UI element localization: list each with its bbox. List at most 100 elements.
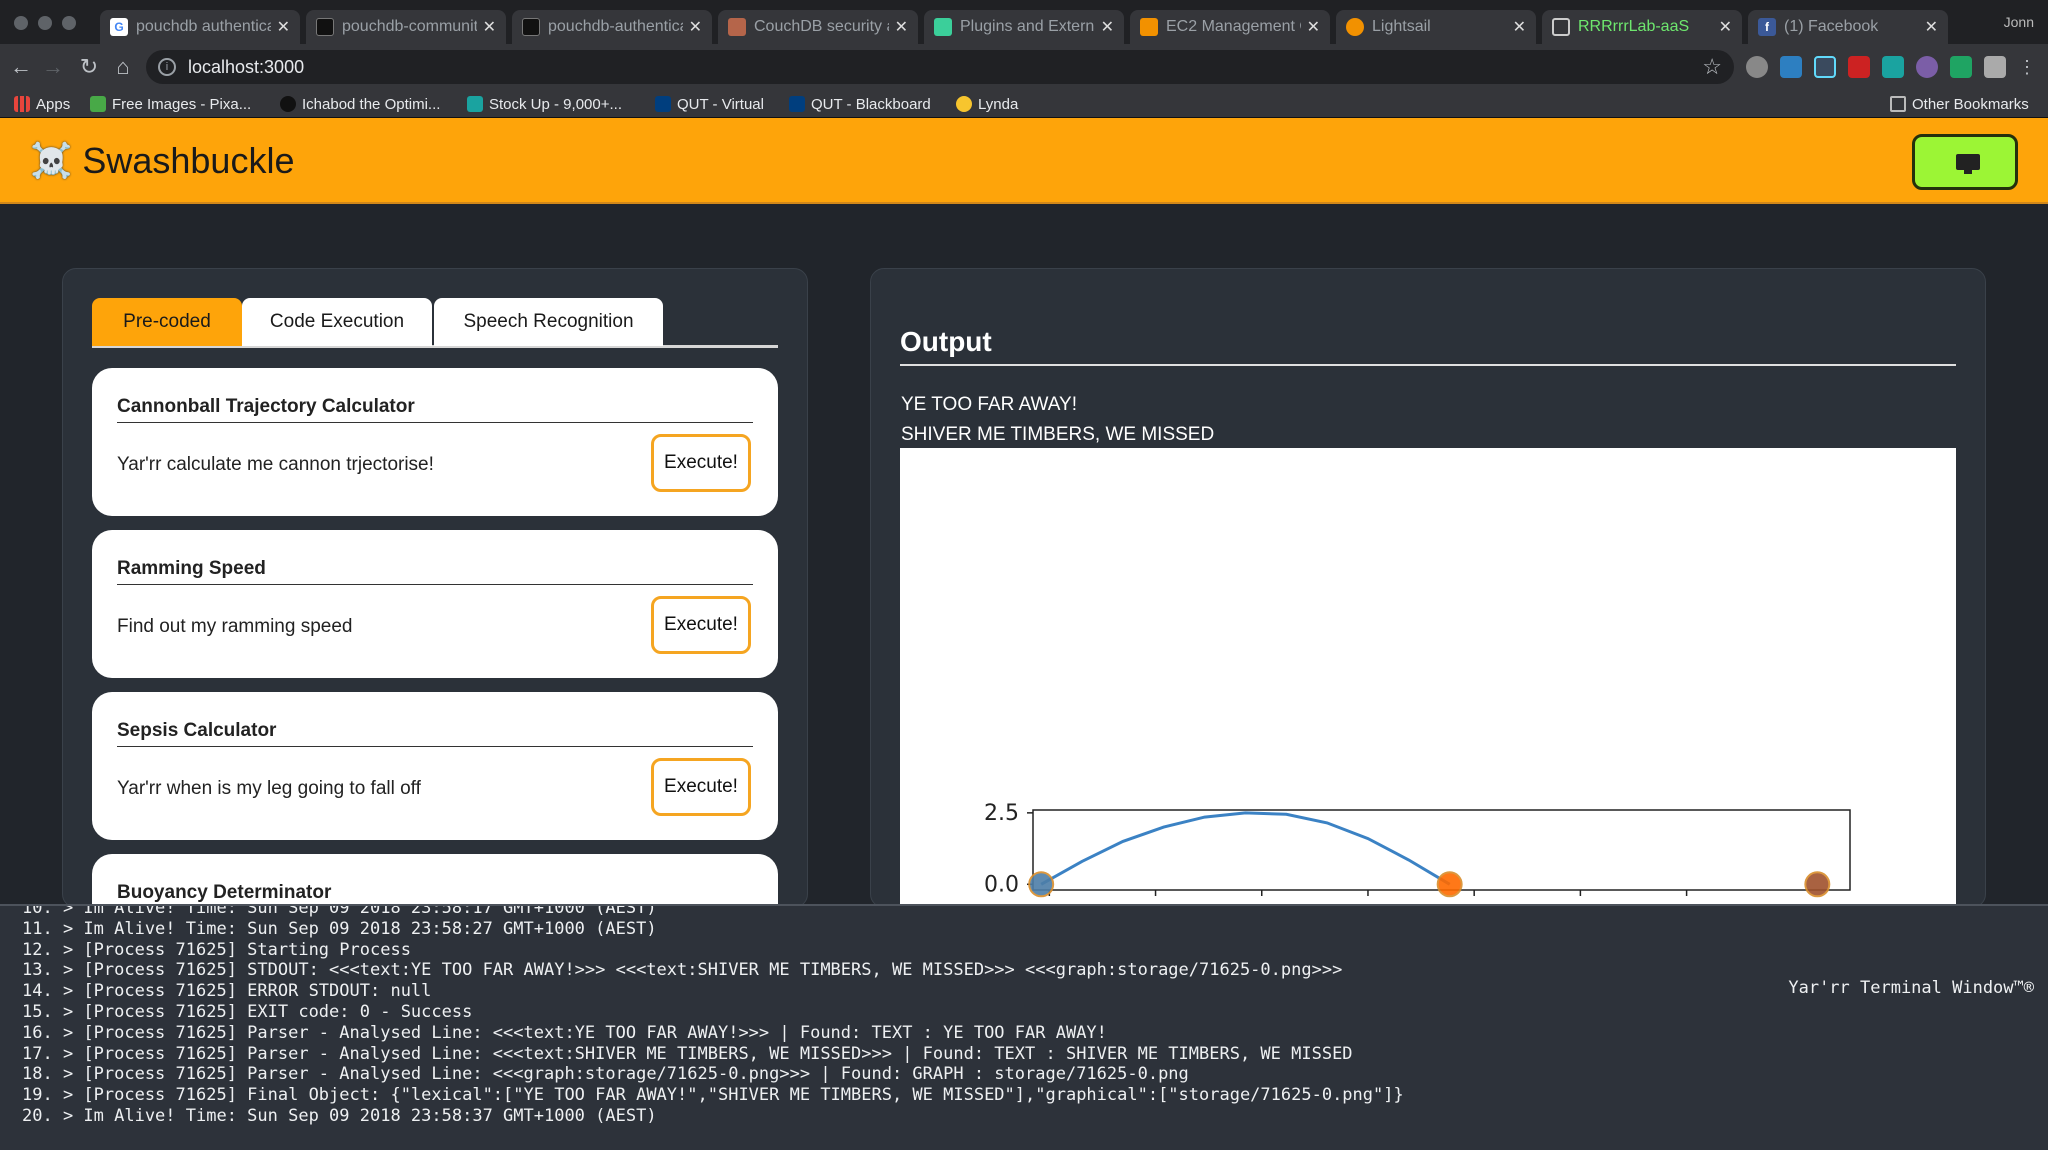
extension-molecule-icon[interactable] xyxy=(1916,56,1938,78)
tab-speech-recognition[interactable]: Speech Recognition xyxy=(434,298,663,346)
bookmark-lynda[interactable]: Lynda xyxy=(956,94,1018,114)
google-drive-icon[interactable] xyxy=(1950,56,1972,78)
bookmark-apps[interactable]: Apps xyxy=(14,94,70,114)
brand-name: Swashbuckle xyxy=(82,140,295,181)
browser-tab-active[interactable]: RRRrrrLab-aaS ✕ xyxy=(1542,10,1742,44)
bookmark-label: QUT - Blackboard xyxy=(811,95,931,113)
app-header: ☠️ Swashbuckle xyxy=(0,118,2048,204)
browser-tab[interactable]: CouchDB security a ✕ xyxy=(718,10,918,44)
window-minimize-icon[interactable] xyxy=(38,16,52,30)
terminal-line: 14. > [Process 71625] ERROR STDOUT: null xyxy=(22,981,432,1002)
monitor-toggle-button[interactable] xyxy=(1912,134,2018,190)
plugin-icon xyxy=(934,18,952,36)
bookmark-star-icon[interactable]: ☆ xyxy=(1702,50,1722,84)
script-description: Yar'rr when is my leg going to fall off xyxy=(117,778,421,799)
browser-tab-title: CouchDB security a xyxy=(754,18,889,35)
stockup-icon xyxy=(467,96,483,112)
folder-icon xyxy=(1890,96,1906,112)
extension-chat-icon[interactable] xyxy=(1984,56,2006,78)
bookmark-label: Stock Up - 9,000+... xyxy=(489,95,622,113)
bookmark-ichabod[interactable]: Ichabod the Optimi... xyxy=(280,94,440,114)
script-title: Ramming Speed xyxy=(117,558,266,579)
window-close-icon[interactable] xyxy=(14,16,28,30)
browser-tab[interactable]: pouchdb-communit ✕ xyxy=(306,10,506,44)
github-icon xyxy=(316,18,334,36)
bookmark-pixabay[interactable]: Free Images - Pixa... xyxy=(90,94,251,114)
window-zoom-icon[interactable] xyxy=(62,16,76,30)
execute-button[interactable]: Execute! xyxy=(651,758,751,816)
monitor-icon xyxy=(1956,154,1980,174)
address-bar[interactable]: i localhost:3000 ☆ xyxy=(146,50,1734,84)
forward-icon[interactable]: → xyxy=(40,54,66,80)
bookmark-label: Apps xyxy=(36,95,71,113)
browser-toolbar: ← → ↻ ⌂ i localhost:3000 ☆ ⋮ xyxy=(0,44,2048,90)
browser-tab-title: EC2 Management C xyxy=(1166,18,1301,35)
profile-name[interactable]: Jonn xyxy=(2004,14,2034,30)
output-divider xyxy=(900,364,1956,366)
close-tab-icon[interactable]: ✕ xyxy=(1307,17,1320,37)
browser-tab[interactable]: pouchdb-authentica ✕ xyxy=(512,10,712,44)
brand[interactable]: ☠️ Swashbuckle xyxy=(30,140,294,182)
browser-tab-title: pouchdb-communit xyxy=(342,18,477,35)
terminal-line: 19. > [Process 71625] Final Object: {"le… xyxy=(22,1085,1404,1106)
home-icon[interactable]: ⌂ xyxy=(110,54,136,80)
close-tab-icon[interactable]: ✕ xyxy=(1719,17,1732,37)
browser-tab[interactable]: Gpouchdb authentica ✕ xyxy=(100,10,300,44)
browser-tab[interactable]: EC2 Management C ✕ xyxy=(1130,10,1330,44)
execute-button[interactable]: Execute! xyxy=(651,434,751,492)
execute-button[interactable]: Execute! xyxy=(651,596,751,654)
terminal-name: Yar'rr Terminal Window™® xyxy=(1788,978,2034,998)
bookmark-stockup[interactable]: Stock Up - 9,000+... xyxy=(467,94,622,114)
y-tick-label: 0.0 xyxy=(984,872,1019,897)
terminal-window[interactable]: Yar'rr Terminal Window™® 10. > Im Alive!… xyxy=(0,904,2048,1150)
close-tab-icon[interactable]: ✕ xyxy=(1513,17,1526,37)
close-tab-icon[interactable]: ✕ xyxy=(895,17,908,37)
close-tab-icon[interactable]: ✕ xyxy=(1101,17,1114,37)
extension-s-icon[interactable] xyxy=(1882,56,1904,78)
lightsail-icon xyxy=(1346,18,1364,36)
script-card: Sepsis Calculator Yar'rr when is my leg … xyxy=(92,692,778,840)
tab-code-execution[interactable]: Code Execution xyxy=(242,298,432,346)
output-text-line: SHIVER ME TIMBERS, WE MISSED xyxy=(901,424,1215,445)
back-icon[interactable]: ← xyxy=(8,54,34,80)
reload-icon[interactable]: ↻ xyxy=(76,54,102,80)
close-tab-icon[interactable]: ✕ xyxy=(1925,17,1938,37)
trajectory-line xyxy=(1040,811,1451,886)
terminal-line: 20. > Im Alive! Time: Sun Sep 09 2018 23… xyxy=(22,1106,657,1126)
close-tab-icon[interactable]: ✕ xyxy=(277,17,290,37)
qut-icon xyxy=(789,96,805,112)
browser-tab-title: Plugins and Externa xyxy=(960,18,1095,35)
bookmark-qut-blackboard[interactable]: QUT - Blackboard xyxy=(789,94,931,114)
bookmark-label: Ichabod the Optimi... xyxy=(302,95,441,113)
script-description: Yar'rr calculate me cannon trjectorise! xyxy=(117,454,434,475)
browser-tab-title: pouchdb-authentica xyxy=(548,18,683,35)
react-devtools-icon[interactable] xyxy=(1814,56,1836,78)
ship-icon xyxy=(1028,871,1055,898)
browser-tab[interactable]: Lightsail ✕ xyxy=(1336,10,1536,44)
browser-tab-title: Lightsail xyxy=(1372,18,1431,35)
menu-kebab-icon[interactable]: ⋮ xyxy=(2014,54,2040,80)
extension-gear-icon[interactable] xyxy=(1746,56,1768,78)
other-bookmarks[interactable]: Other Bookmarks xyxy=(1890,94,2029,114)
close-tab-icon[interactable]: ✕ xyxy=(483,17,496,37)
terminal-line: 17. > [Process 71625] Parser - Analysed … xyxy=(22,1043,1353,1064)
site-info-icon[interactable]: i xyxy=(158,58,176,76)
browser-tab[interactable]: Plugins and Externa ✕ xyxy=(924,10,1124,44)
browser-tab-title: (1) Facebook xyxy=(1784,18,1879,35)
y-tick-label: 2.5 xyxy=(984,801,1019,826)
tab-pre-coded[interactable]: Pre-coded xyxy=(92,298,242,346)
terminal-line: 16. > [Process 71625] Parser - Analysed … xyxy=(22,1022,1107,1043)
divider xyxy=(117,746,753,747)
pixabay-icon xyxy=(90,96,106,112)
bookmark-qut-virtual[interactable]: QUT - Virtual xyxy=(655,94,764,114)
extension-clock-icon[interactable] xyxy=(1780,56,1802,78)
lynda-icon xyxy=(956,96,972,112)
github-icon xyxy=(522,18,540,36)
browser-tab-title: RRRrrrLab-aaS xyxy=(1578,18,1690,35)
browser-tab[interactable]: f (1) Facebook ✕ xyxy=(1748,10,1948,44)
script-title: Cannonball Trajectory Calculator xyxy=(117,396,415,417)
script-title: Sepsis Calculator xyxy=(117,720,277,741)
script-description: Find out my ramming speed xyxy=(117,616,353,637)
close-tab-icon[interactable]: ✕ xyxy=(689,17,702,37)
ublock-icon[interactable] xyxy=(1848,56,1870,78)
